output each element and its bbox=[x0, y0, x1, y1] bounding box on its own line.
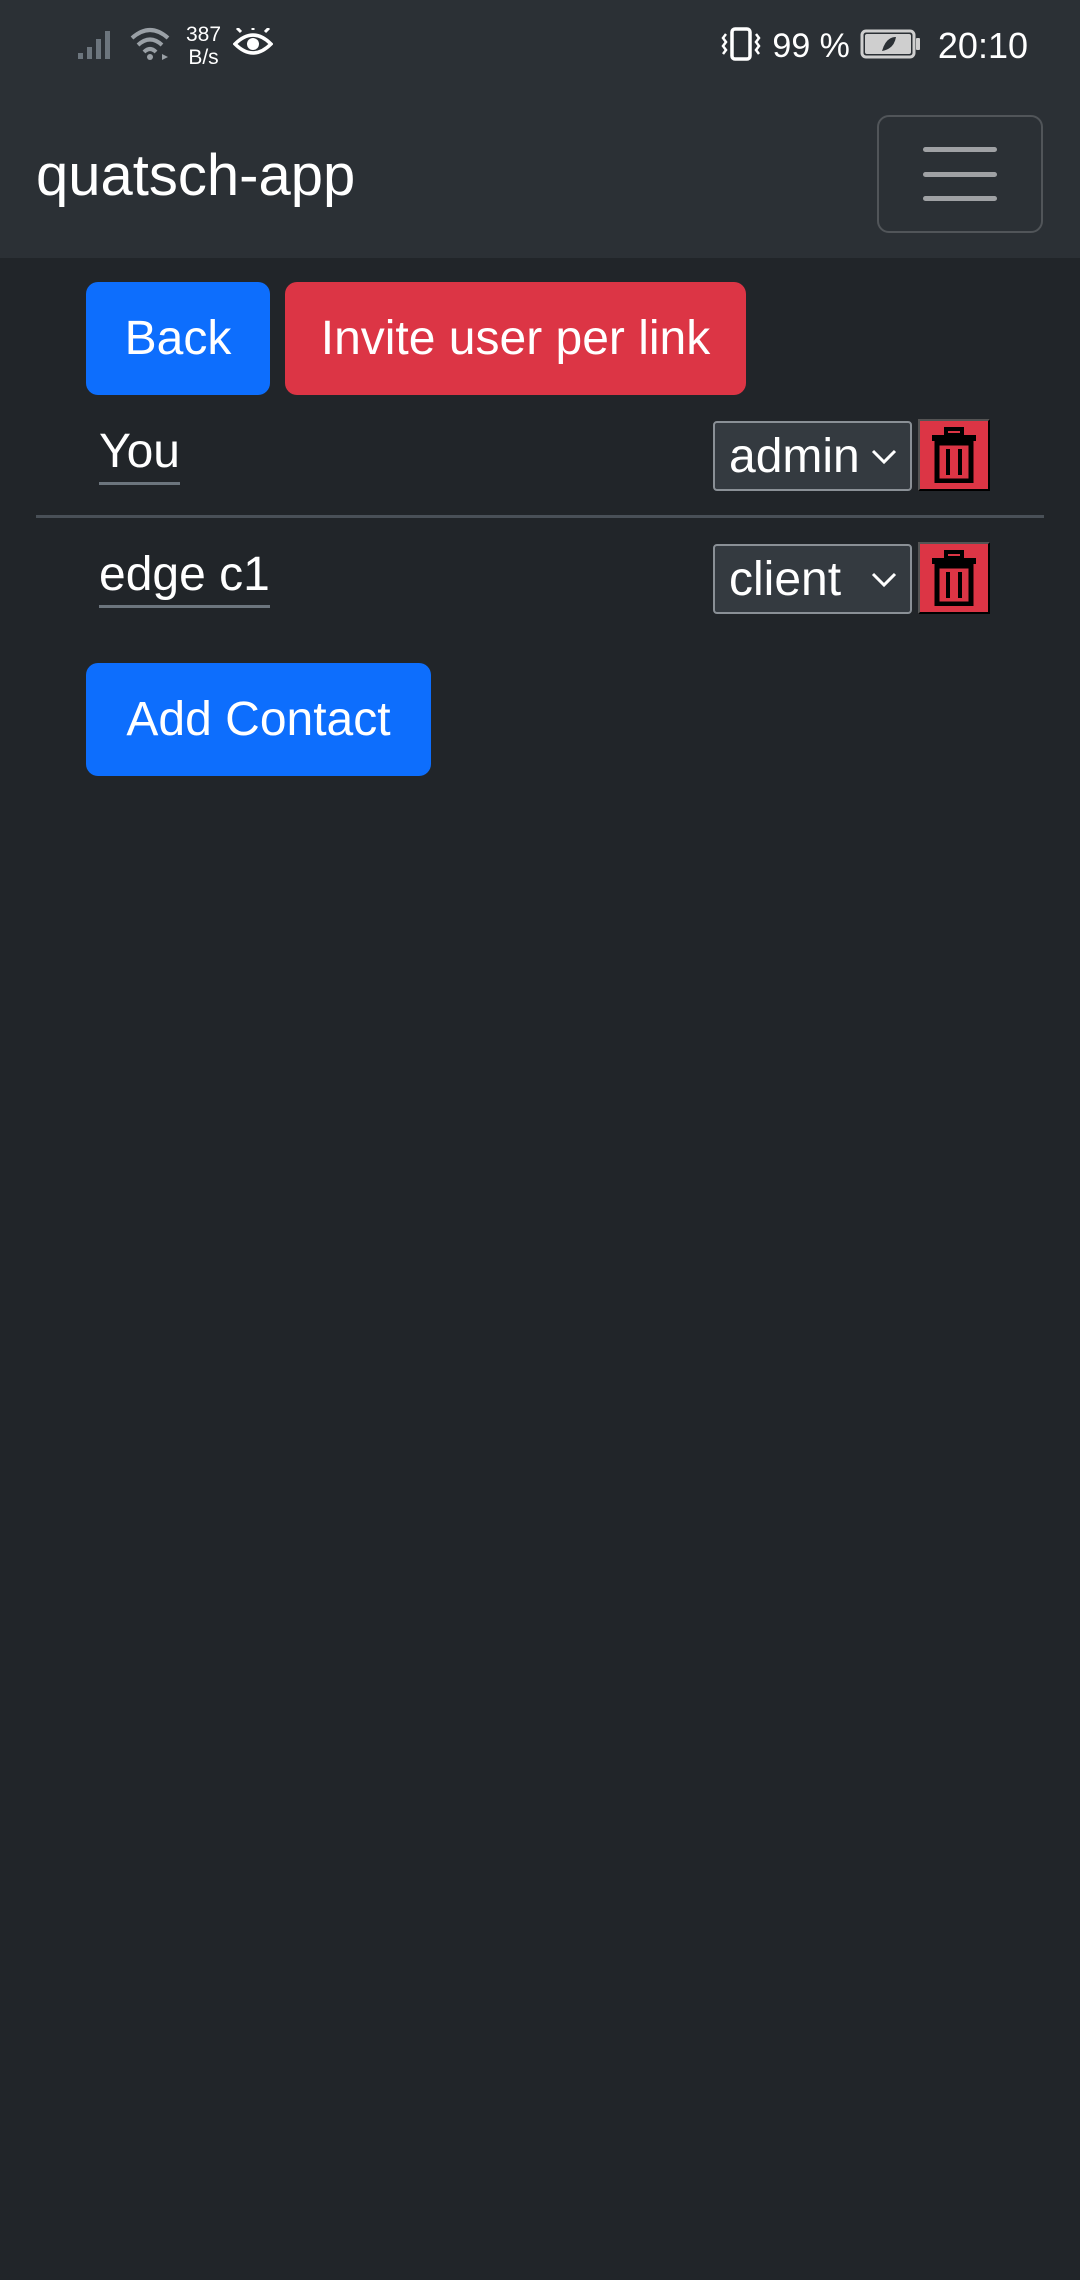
network-speed-value: 387 bbox=[186, 23, 222, 46]
menu-toggle-button[interactable] bbox=[877, 115, 1043, 233]
delete-user-button[interactable] bbox=[918, 419, 990, 491]
role-select-value: client bbox=[729, 552, 842, 606]
chevron-down-icon bbox=[871, 449, 897, 465]
back-button[interactable]: Back bbox=[86, 282, 270, 395]
user-name[interactable]: edge c1 bbox=[99, 547, 270, 608]
add-contact-button[interactable]: Add Contact bbox=[86, 663, 431, 776]
delete-user-button[interactable] bbox=[918, 542, 990, 614]
battery-icon bbox=[860, 29, 922, 64]
hamburger-menu-icon bbox=[923, 147, 997, 201]
vibrate-icon bbox=[720, 26, 762, 67]
wifi-icon bbox=[128, 26, 172, 67]
trash-icon bbox=[932, 427, 976, 483]
app-brand[interactable]: quatsch-app bbox=[36, 136, 355, 216]
clock: 20:10 bbox=[937, 25, 1028, 66]
battery-percent: 99 % bbox=[772, 26, 850, 65]
status-bar-left: 387 B/s bbox=[76, 18, 274, 74]
navbar: quatsch-app bbox=[0, 92, 1080, 258]
signal-icon bbox=[76, 27, 116, 66]
role-select[interactable]: admin bbox=[713, 421, 912, 491]
eye-icon bbox=[232, 25, 274, 65]
role-select-value: admin bbox=[729, 429, 860, 483]
trash-icon bbox=[932, 550, 976, 606]
row-divider bbox=[36, 515, 1044, 518]
status-bar-right: 99 % 20:10 bbox=[720, 18, 1028, 74]
invite-user-link-button[interactable]: Invite user per link bbox=[285, 282, 746, 395]
network-speed: 387 B/s bbox=[186, 23, 221, 69]
user-name[interactable]: You bbox=[99, 424, 180, 485]
network-speed-unit: B/s bbox=[188, 46, 219, 69]
status-bar: 387 B/s 99 % 20:10 bbox=[0, 0, 1080, 92]
chevron-down-icon bbox=[871, 572, 897, 588]
role-select[interactable]: client bbox=[713, 544, 912, 614]
app-screen: 387 B/s 99 % 20:10 quatsch-app Back Invi… bbox=[0, 0, 1080, 2280]
